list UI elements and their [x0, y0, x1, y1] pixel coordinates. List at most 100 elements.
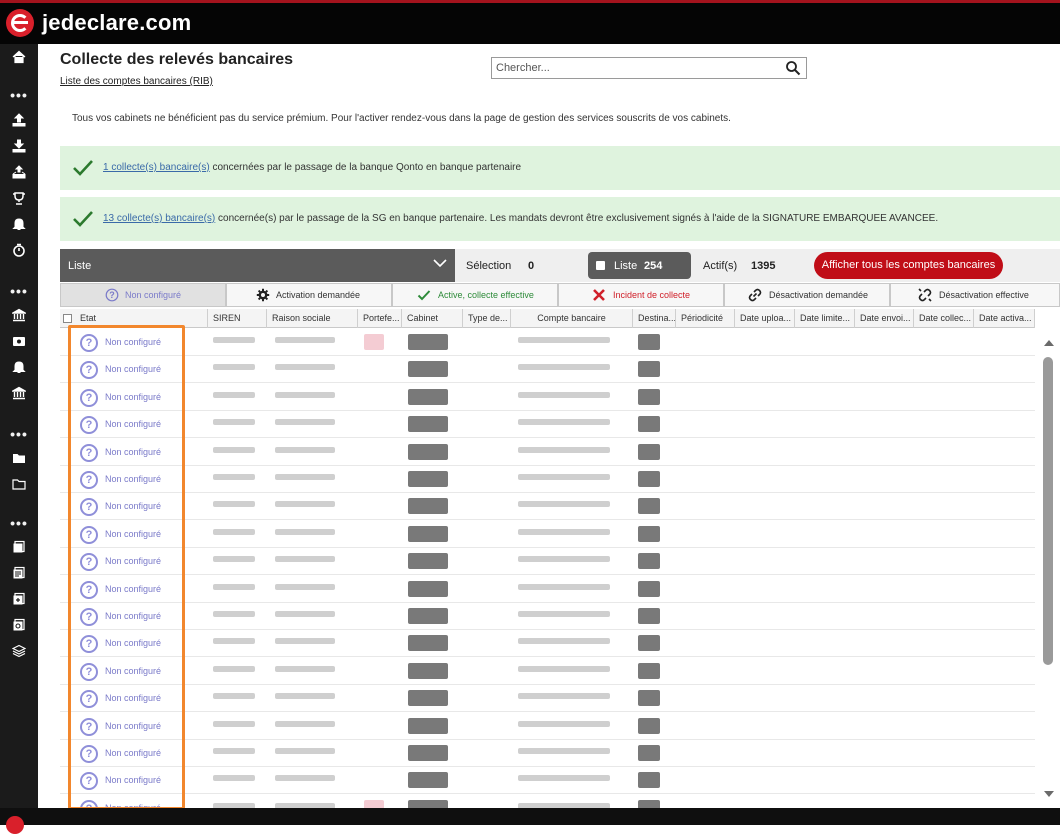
- table-row[interactable]: ?Non configuré: [60, 493, 1035, 521]
- banner-link[interactable]: 13 collecte(s) bancaire(s): [103, 213, 215, 224]
- tab-non-configure[interactable]: ? Non configuré: [60, 283, 226, 307]
- column-header-raison-sociale[interactable]: Raison sociale: [267, 309, 358, 328]
- status-label: Non configuré: [105, 638, 162, 649]
- search-icon[interactable]: [785, 60, 801, 76]
- status-cell[interactable]: ?Non configuré: [80, 799, 180, 808]
- list-toggle-button[interactable]: Liste 254: [588, 252, 691, 279]
- column-header-date-activation[interactable]: Date activa...: [974, 309, 1035, 328]
- banner-link[interactable]: 1 collecte(s) bancaire(s): [103, 162, 210, 173]
- table-row[interactable]: ?Non configuré: [60, 356, 1035, 384]
- folder-icon[interactable]: [0, 449, 38, 471]
- status-cell[interactable]: ?Non configuré: [80, 470, 180, 490]
- bell-icon[interactable]: [0, 358, 38, 380]
- blurred-cell: [364, 799, 384, 808]
- table-row[interactable]: ?Non configuré: [60, 384, 1035, 411]
- status-cell[interactable]: ?Non configuré: [80, 771, 180, 791]
- layers-icon[interactable]: [0, 642, 38, 664]
- status-cell[interactable]: ?Non configuré: [80, 552, 180, 572]
- bell-icon[interactable]: [0, 215, 38, 237]
- jedeclare-logo[interactable]: [6, 9, 34, 37]
- column-header-etat[interactable]: Etat: [75, 309, 208, 328]
- card-icon[interactable]: [0, 332, 38, 354]
- download-icon[interactable]: [0, 137, 38, 159]
- blurred-cell: [408, 388, 448, 405]
- status-cell[interactable]: ?Non configuré: [80, 689, 180, 709]
- column-header-date-collecte[interactable]: Date collec...: [914, 309, 974, 328]
- brand-name[interactable]: jedeclare.com: [42, 10, 191, 36]
- column-header-date-upload[interactable]: Date uploa...: [735, 309, 795, 328]
- status-cell[interactable]: ?Non configuré: [80, 634, 180, 654]
- table-row[interactable]: ?Non configuré: [60, 411, 1035, 439]
- table-row[interactable]: ?Non configuré: [60, 658, 1035, 685]
- tab-desactivation-demandee[interactable]: Désactivation demandée: [724, 283, 890, 307]
- table-row[interactable]: ?Non configuré: [60, 521, 1035, 548]
- document-sync-icon[interactable]: [0, 616, 38, 638]
- status-cell[interactable]: ?Non configuré: [80, 388, 180, 408]
- blurred-cell: [364, 334, 384, 350]
- status-cell[interactable]: ?Non configuré: [80, 607, 180, 627]
- more-icon[interactable]: •••: [0, 88, 38, 102]
- scroll-down-arrow-icon[interactable]: [1044, 791, 1054, 797]
- table-row[interactable]: ?Non configuré: [60, 630, 1035, 658]
- bank-icon[interactable]: [0, 306, 38, 328]
- table-row[interactable]: ?Non configuré: [60, 466, 1035, 493]
- status-cell[interactable]: ?Non configuré: [80, 717, 180, 737]
- tab-activation-demandee[interactable]: Activation demandée: [226, 283, 392, 307]
- table-row[interactable]: ?Non configuré: [60, 795, 1035, 808]
- table-row[interactable]: ?Non configuré: [60, 713, 1035, 740]
- column-header-destinataire[interactable]: Destina...: [633, 309, 676, 328]
- table-row[interactable]: ?Non configuré: [60, 576, 1035, 603]
- bank-icon[interactable]: [0, 384, 38, 406]
- status-cell[interactable]: ?Non configuré: [80, 443, 180, 463]
- blurred-cell: [408, 553, 448, 570]
- question-icon: ?: [80, 498, 98, 517]
- status-cell[interactable]: ?Non configuré: [80, 333, 180, 353]
- tab-desactivation-effective[interactable]: Désactivation effective: [890, 283, 1060, 307]
- table-row[interactable]: ?Non configuré: [60, 548, 1035, 576]
- sync-icon[interactable]: [0, 163, 38, 185]
- document-add-icon[interactable]: [0, 590, 38, 612]
- upload-icon[interactable]: [0, 111, 38, 133]
- document-icon[interactable]: [0, 538, 38, 560]
- folder-outline-icon[interactable]: [0, 475, 38, 497]
- status-cell[interactable]: ?Non configuré: [80, 497, 180, 517]
- home-icon[interactable]: [0, 48, 38, 70]
- select-all-checkbox[interactable]: [63, 314, 72, 323]
- tab-incident-collecte[interactable]: Incident de collecte: [558, 283, 724, 307]
- more-icon[interactable]: •••: [0, 284, 38, 298]
- column-header-periodicite[interactable]: Périodicité: [676, 309, 735, 328]
- blurred-cell: [408, 608, 448, 624]
- column-header-date-limite[interactable]: Date limite...: [795, 309, 855, 328]
- column-header-compte-bancaire[interactable]: Compte bancaire: [511, 309, 633, 328]
- documents-icon[interactable]: [0, 564, 38, 586]
- table-row[interactable]: ?Non configuré: [60, 767, 1035, 795]
- table-row[interactable]: ?Non configuré: [60, 329, 1035, 356]
- status-cell[interactable]: ?Non configuré: [80, 744, 180, 764]
- column-header-siren[interactable]: SIREN: [208, 309, 267, 328]
- vertical-scrollbar[interactable]: [1040, 329, 1058, 807]
- column-header-cabinet[interactable]: Cabinet: [402, 309, 463, 328]
- more-icon[interactable]: •••: [0, 427, 38, 441]
- status-cell[interactable]: ?Non configuré: [80, 360, 180, 380]
- column-header-portefeuille[interactable]: Portefe...: [358, 309, 402, 328]
- tab-active-collecte[interactable]: Active, collecte effective: [392, 283, 558, 307]
- status-cell[interactable]: ?Non configuré: [80, 415, 180, 435]
- table-row[interactable]: ?Non configuré: [60, 685, 1035, 713]
- status-cell[interactable]: ?Non configuré: [80, 525, 180, 545]
- scroll-up-arrow-icon[interactable]: [1044, 340, 1054, 346]
- timer-icon[interactable]: [0, 241, 38, 263]
- trophy-icon[interactable]: [0, 189, 38, 211]
- column-header-type[interactable]: Type de...: [463, 309, 511, 328]
- search-input[interactable]: [492, 58, 772, 78]
- show-all-accounts-button[interactable]: Afficher tous les comptes bancaires: [814, 252, 1003, 279]
- bank-accounts-list-link[interactable]: Liste des comptes bancaires (RIB): [60, 76, 213, 87]
- table-row[interactable]: ?Non configuré: [60, 603, 1035, 630]
- status-cell[interactable]: ?Non configuré: [80, 580, 180, 600]
- view-select[interactable]: Liste: [60, 249, 455, 282]
- table-row[interactable]: ?Non configuré: [60, 439, 1035, 466]
- column-header-date-envoi[interactable]: Date envoi...: [855, 309, 914, 328]
- more-icon[interactable]: •••: [0, 516, 38, 530]
- status-cell[interactable]: ?Non configuré: [80, 662, 180, 682]
- scrollbar-thumb[interactable]: [1043, 357, 1053, 665]
- table-row[interactable]: ?Non configuré: [60, 740, 1035, 767]
